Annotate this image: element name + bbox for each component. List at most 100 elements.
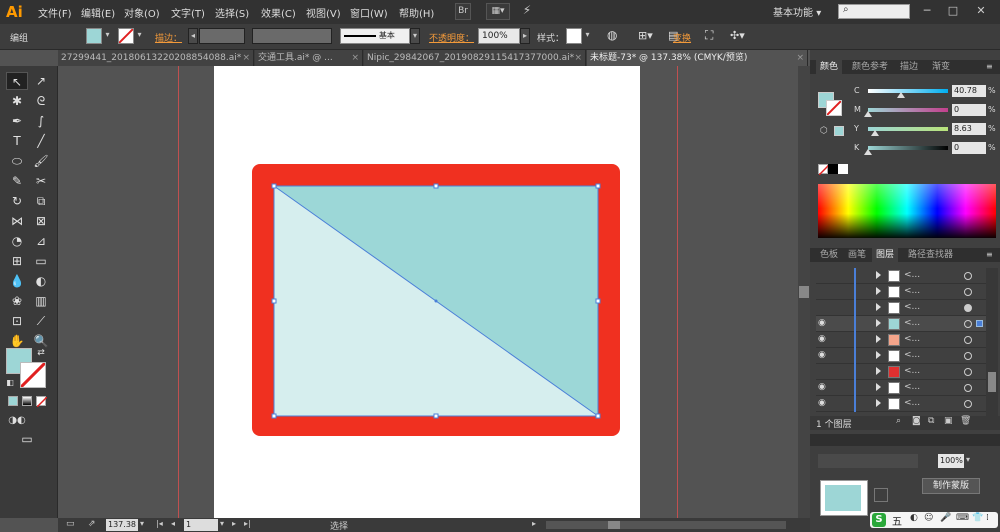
- layer-row[interactable]: ◉ <...: [816, 348, 986, 364]
- slider-value-field[interactable]: 0: [952, 104, 986, 116]
- mesh-tool-icon[interactable]: ⊞: [6, 252, 28, 270]
- menu-select[interactable]: 选择(S): [215, 5, 249, 20]
- layer-name[interactable]: <...: [904, 302, 920, 312]
- slider-value-field[interactable]: 8.63: [952, 123, 986, 135]
- draw-mode-icon[interactable]: ◑◐: [6, 412, 28, 430]
- selection-tool-icon[interactable]: ↖: [6, 72, 28, 90]
- vertical-scrollbar[interactable]: [798, 66, 810, 518]
- expand-arrow-icon[interactable]: [876, 399, 881, 407]
- fill-swatch[interactable]: [86, 28, 102, 44]
- artboard-number-field[interactable]: 1: [184, 519, 218, 531]
- horizontal-scrollbar[interactable]: [546, 521, 786, 529]
- opacity-link[interactable]: 不透明度：: [429, 31, 474, 44]
- bridge-button[interactable]: Br: [455, 3, 471, 20]
- tab-document-1[interactable]: 27299441_20180613220208854088.ai* ×: [58, 50, 254, 66]
- layer-row[interactable]: <...: [816, 300, 986, 316]
- type-tool-icon[interactable]: T: [6, 132, 28, 150]
- create-sublayer-icon[interactable]: ⧉: [928, 416, 934, 426]
- tab-brushes[interactable]: 画笔: [844, 248, 870, 262]
- minimize-button[interactable]: ─: [916, 2, 938, 20]
- stroke-dropdown-icon[interactable]: ▾: [135, 28, 144, 44]
- visibility-eye-icon[interactable]: ◉: [818, 398, 826, 408]
- ime-skin-icon[interactable]: 👕: [972, 513, 983, 523]
- layer-target-icon[interactable]: [964, 352, 972, 360]
- pen-tool-icon[interactable]: ✒: [6, 112, 28, 130]
- direct-selection-tool-icon[interactable]: ↗: [30, 72, 52, 90]
- none-color-swatch[interactable]: [818, 164, 829, 175]
- menu-type[interactable]: 文字(T): [171, 5, 205, 20]
- slider-track[interactable]: [868, 108, 948, 112]
- tab-document-2[interactable]: 交通工具.ai* @ ... ×: [255, 50, 363, 66]
- ime-logo-icon[interactable]: S: [872, 513, 886, 527]
- style-dropdown-icon[interactable]: ▾: [583, 28, 592, 44]
- paintbrush-tool-icon[interactable]: 🖌: [30, 152, 52, 170]
- ellipse-tool-icon[interactable]: ⬭: [6, 152, 28, 170]
- ime-menu-icon[interactable]: ⁞: [986, 513, 989, 523]
- transform-link[interactable]: 变换: [673, 31, 691, 44]
- tab-color[interactable]: 颜色: [816, 60, 843, 74]
- menu-edit[interactable]: 编辑(E): [81, 5, 115, 20]
- default-colors-icon[interactable]: ◧: [4, 374, 16, 392]
- menu-window[interactable]: 窗口(W): [350, 5, 388, 20]
- arrange-documents-icon[interactable]: ▦▾: [486, 3, 510, 20]
- column-graph-tool-icon[interactable]: ▥: [30, 292, 52, 310]
- layer-target-icon[interactable]: [964, 336, 972, 344]
- make-mask-button[interactable]: 制作蒙版: [922, 478, 980, 494]
- layer-row[interactable]: ◉ <...: [816, 380, 986, 396]
- black-color-swatch[interactable]: [828, 164, 838, 174]
- opacity-dropdown-icon[interactable]: ▾: [966, 455, 970, 464]
- artboard-tool-icon[interactable]: ⊡: [6, 312, 28, 330]
- tab-document-3[interactable]: Nipic_29842067_20190829115417377000.ai* ×: [364, 50, 586, 66]
- isolate-group-icon[interactable]: ⛶: [705, 28, 713, 43]
- artboard-dropdown-icon[interactable]: ▾: [220, 519, 224, 528]
- share-icon[interactable]: ⇗: [88, 519, 96, 529]
- stroke-swatch[interactable]: [118, 28, 134, 44]
- visibility-eye-icon[interactable]: ◉: [818, 382, 826, 392]
- mask-thumbnail[interactable]: [820, 480, 868, 516]
- scroll-thumb[interactable]: [799, 286, 809, 298]
- layer-name[interactable]: <...: [904, 366, 920, 376]
- swap-fill-stroke-icon[interactable]: ⇄: [34, 344, 48, 362]
- close-button[interactable]: ✕: [970, 2, 992, 20]
- layer-name[interactable]: <...: [904, 398, 920, 408]
- layer-target-icon[interactable]: [964, 272, 972, 280]
- layer-target-icon[interactable]: [964, 304, 972, 312]
- tab-pathfinder[interactable]: 路径查找器: [904, 248, 957, 262]
- layer-name[interactable]: <...: [904, 318, 920, 328]
- recolor-artwork-icon[interactable]: ◍: [607, 28, 617, 42]
- slider-thumb[interactable]: [864, 111, 872, 117]
- eyedropper-tool-icon[interactable]: 💧: [6, 272, 28, 290]
- layers-scrollbar[interactable]: [986, 268, 998, 416]
- graphic-style-swatch[interactable]: [566, 28, 582, 44]
- zoom-field[interactable]: 137.38: [106, 519, 138, 531]
- workspace-switcher[interactable]: 基本功能 ▾: [773, 4, 821, 19]
- magic-wand-tool-icon[interactable]: ✱: [6, 92, 28, 110]
- slice-tool-icon[interactable]: ⟋: [30, 312, 52, 330]
- next-artboard-icon[interactable]: ▸: [232, 519, 236, 528]
- expand-arrow-icon[interactable]: [876, 287, 881, 295]
- layer-name[interactable]: <...: [904, 270, 920, 280]
- color-mode-icon[interactable]: [8, 396, 18, 406]
- white-color-swatch[interactable]: [838, 164, 848, 174]
- variable-width-profile[interactable]: [252, 28, 332, 44]
- color-panel-stroke-box[interactable]: [826, 100, 842, 116]
- expand-arrow-icon[interactable]: [876, 383, 881, 391]
- canvas[interactable]: [58, 66, 798, 518]
- screen-mode-icon[interactable]: ▭: [16, 430, 38, 448]
- tab-document-active[interactable]: 未标题-73* @ 137.38% (CMYK/预览) ×: [587, 50, 808, 66]
- panel-menu-icon[interactable]: ≡: [986, 62, 993, 71]
- align-to-icon[interactable]: ⊞▾: [638, 29, 653, 42]
- layer-row[interactable]: ◉ <...: [816, 396, 986, 412]
- brush-definition-field[interactable]: 基本: [340, 28, 410, 44]
- curvature-tool-icon[interactable]: ∫: [30, 112, 52, 130]
- ime-emoji-icon[interactable]: ☺: [924, 513, 933, 523]
- stroke-weight-stepper[interactable]: ◂: [188, 28, 198, 44]
- tab-stroke[interactable]: 描边: [896, 60, 922, 74]
- menu-view[interactable]: 视图(V): [306, 5, 341, 20]
- tab-close-icon[interactable]: ×: [574, 50, 582, 66]
- expand-arrow-icon[interactable]: [876, 351, 881, 359]
- menu-file[interactable]: 文件(F): [38, 5, 72, 20]
- ime-voice-icon[interactable]: 🎤: [940, 513, 951, 523]
- tab-close-icon[interactable]: ×: [796, 50, 804, 66]
- expand-arrow-icon[interactable]: [876, 335, 881, 343]
